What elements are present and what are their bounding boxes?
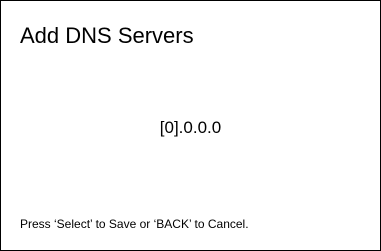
page-title: Add DNS Servers (20, 23, 194, 48)
dns-ip-input[interactable]: [0].0.0.0 (1, 118, 380, 138)
dns-dialog: Add DNS Servers [0].0.0.0 Press ‘Select’… (0, 0, 381, 251)
instruction-text: Press ‘Select’ to Save or ‘BACK’ to Canc… (20, 217, 249, 231)
